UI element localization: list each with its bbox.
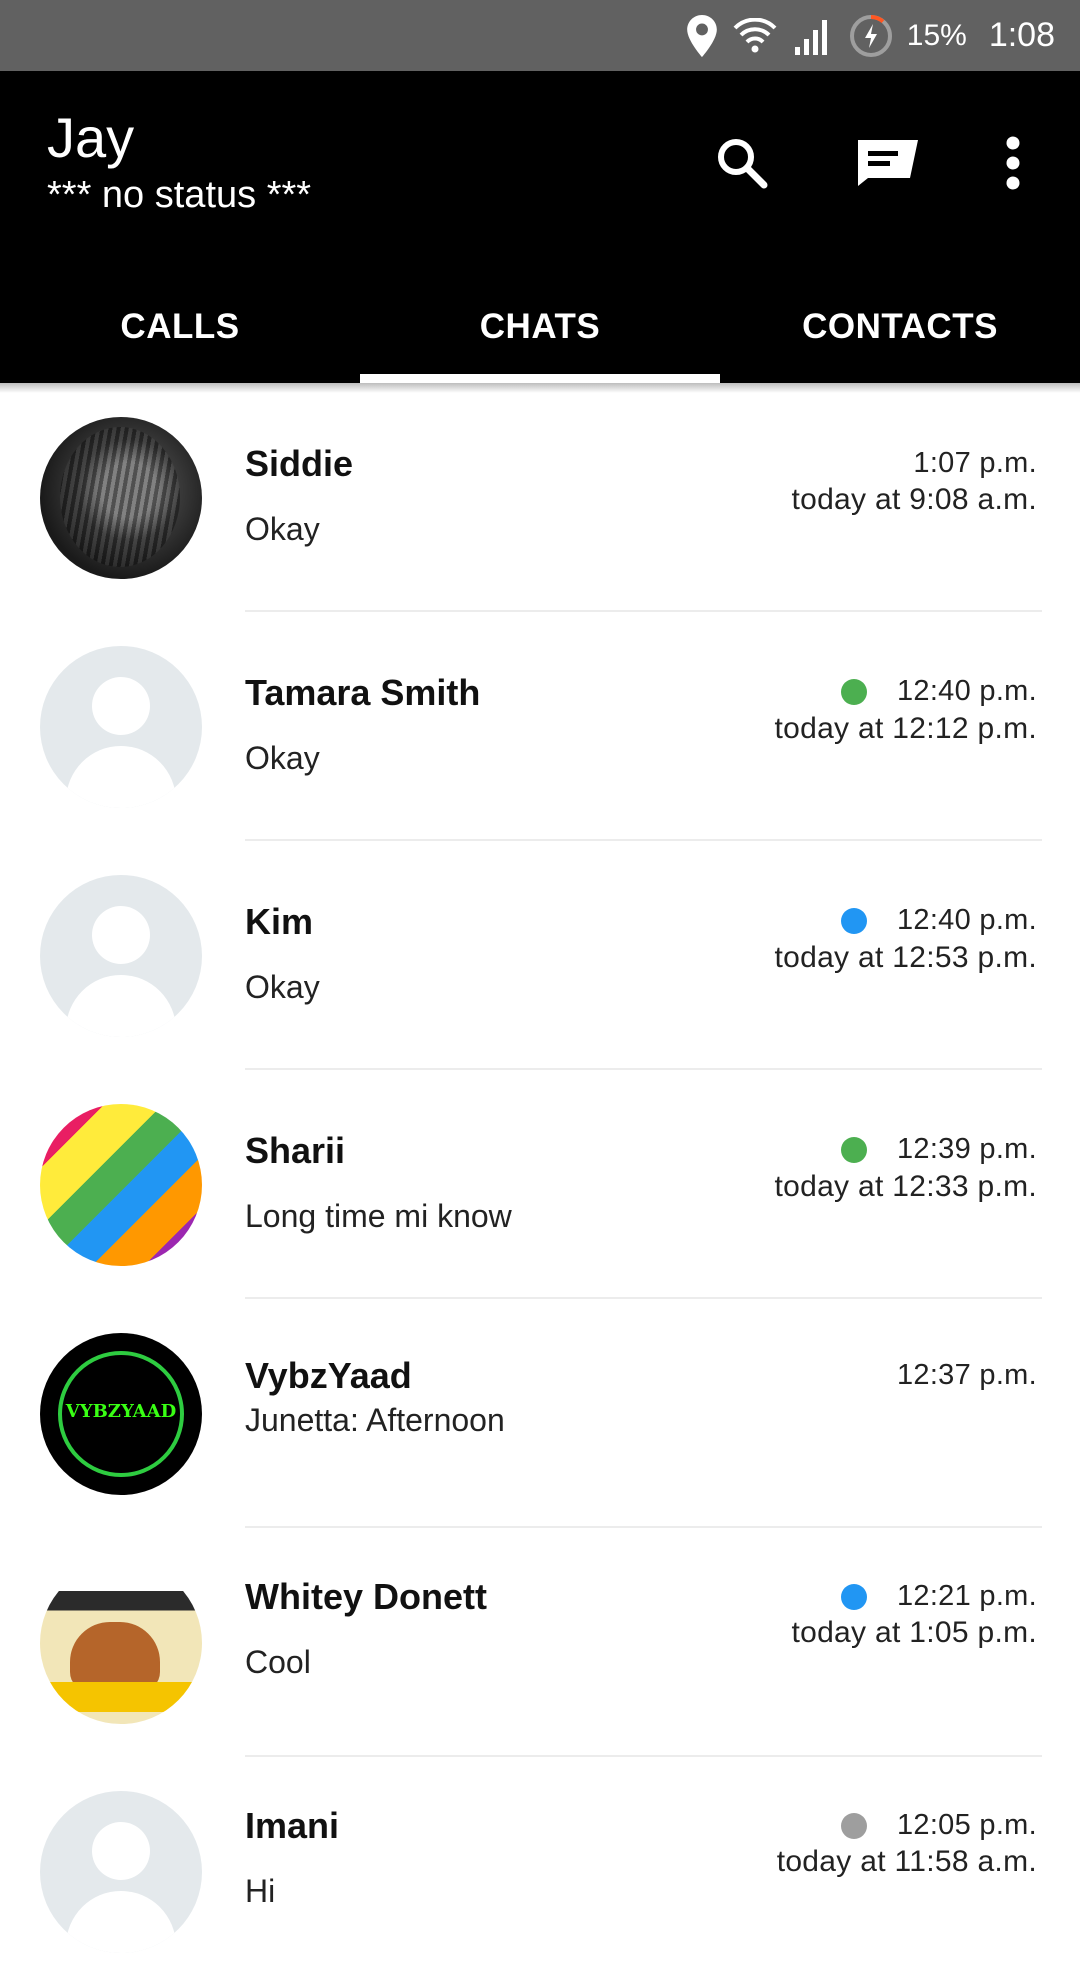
presence-dot (840, 1136, 867, 1163)
avatar[interactable]: VYBZYAAD (40, 1333, 202, 1495)
tab-label: CONTACTS (802, 307, 998, 346)
location-icon (686, 14, 717, 57)
chat-list: Siddie Okay 1:07 p.m. today at 9:08 a.m.… (0, 383, 1080, 1986)
battery-percent: 15% (906, 18, 967, 52)
tab-calls[interactable]: CALLS (0, 271, 360, 383)
status-bar: 15% 1:08 (0, 0, 1080, 71)
presence-dot (840, 907, 867, 934)
avatar[interactable] (40, 1791, 202, 1953)
time-label: 1:07 p.m. (913, 447, 1037, 479)
time-label: 12:40 p.m. (896, 904, 1037, 936)
message-time: 12:05 p.m. (840, 1809, 1037, 1842)
last-seen: today at 12:33 p.m. (774, 1170, 1037, 1203)
tab-chats[interactable]: CHATS (360, 271, 720, 383)
time-label: 12:05 p.m. (896, 1809, 1037, 1841)
chat-row[interactable]: Whitey Donett Cool 12:21 p.m. today at 1… (0, 1528, 1080, 1757)
chat-row[interactable]: Imani Hi 12:05 p.m. today at 11:58 a.m. (0, 1757, 1080, 1986)
avatar[interactable] (40, 646, 202, 808)
message-time: 12:40 p.m. (840, 904, 1037, 937)
chat-row[interactable]: Kim Okay 12:40 p.m. today at 12:53 p.m. (0, 841, 1080, 1070)
battery-charging-icon (849, 14, 893, 58)
avatar[interactable] (40, 417, 202, 579)
contact-name: Tamara Smith (245, 672, 481, 713)
message-time: 12:39 p.m. (840, 1133, 1037, 1166)
presence-dot (840, 678, 867, 705)
contact-name: Imani (245, 1805, 340, 1846)
time-label: 12:39 p.m. (896, 1133, 1037, 1165)
message-preview: Okay (245, 740, 320, 776)
message-time: 12:21 p.m. (840, 1580, 1037, 1613)
presence-dot (840, 1812, 867, 1839)
last-seen: today at 12:12 p.m. (774, 712, 1037, 745)
chat-row[interactable]: Tamara Smith Okay 12:40 p.m. today at 12… (0, 612, 1080, 841)
contact-name: Kim (245, 901, 314, 942)
time-label: 12:37 p.m. (896, 1359, 1037, 1391)
avatar[interactable] (40, 1104, 202, 1266)
signal-icon (793, 17, 833, 55)
presence-dot (840, 1583, 867, 1610)
tab-contacts[interactable]: CONTACTS (720, 271, 1080, 383)
contact-name: VybzYaad (245, 1355, 412, 1396)
last-seen: today at 9:08 a.m. (791, 483, 1037, 516)
message-preview: Cool (245, 1644, 311, 1680)
message-preview: Hi (245, 1873, 276, 1909)
message-time: 1:07 p.m. (913, 447, 1037, 480)
tab-bar: CALLS CHATS CONTACTS (0, 271, 1080, 383)
tab-label: CALLS (120, 307, 240, 346)
contact-name: Sharii (245, 1130, 346, 1171)
time-label: 12:40 p.m. (896, 675, 1037, 707)
message-preview: Okay (245, 511, 320, 547)
message-preview: Junetta: Afternoon (245, 1402, 505, 1438)
message-time: 12:37 p.m. (897, 1359, 1037, 1392)
time-label: 12:21 p.m. (896, 1580, 1037, 1612)
avatar[interactable] (40, 1562, 202, 1724)
tab-label: CHATS (479, 307, 601, 346)
compose-icon (858, 140, 918, 186)
contact-name: Whitey Donett (245, 1576, 487, 1617)
wifi-icon (733, 17, 777, 54)
chat-row[interactable]: Siddie Okay 1:07 p.m. today at 9:08 a.m. (0, 383, 1080, 612)
last-seen: today at 1:05 p.m. (791, 1616, 1037, 1649)
last-seen: today at 12:53 p.m. (774, 941, 1037, 974)
chat-row[interactable]: Sharii Long time mi know 12:39 p.m. toda… (0, 1070, 1080, 1299)
message-preview: Long time mi know (245, 1198, 512, 1234)
last-seen: today at 11:58 a.m. (776, 1845, 1037, 1878)
more-vert-icon (1006, 136, 1020, 190)
message-preview: Okay (245, 969, 320, 1005)
tab-selected-indicator (360, 374, 720, 383)
new-chat-button[interactable] (848, 123, 928, 203)
more-options-button[interactable] (973, 123, 1053, 203)
message-time: 12:40 p.m. (840, 675, 1037, 708)
search-icon (718, 139, 768, 189)
profile-status[interactable]: *** no status *** (47, 174, 311, 217)
avatar-logo-text: VYBZYAAD (65, 1401, 177, 1422)
app-bar: Jay *** no status *** CALLS CHATS CONTAC… (0, 71, 1080, 383)
chat-row[interactable]: VYBZYAAD VybzYaad Junetta: Afternoon 12:… (0, 1299, 1080, 1528)
contact-name: Siddie (245, 443, 354, 484)
avatar[interactable] (40, 875, 202, 1037)
clock: 1:08 (988, 16, 1055, 54)
profile-name[interactable]: Jay (47, 105, 134, 170)
search-button[interactable] (702, 123, 782, 203)
